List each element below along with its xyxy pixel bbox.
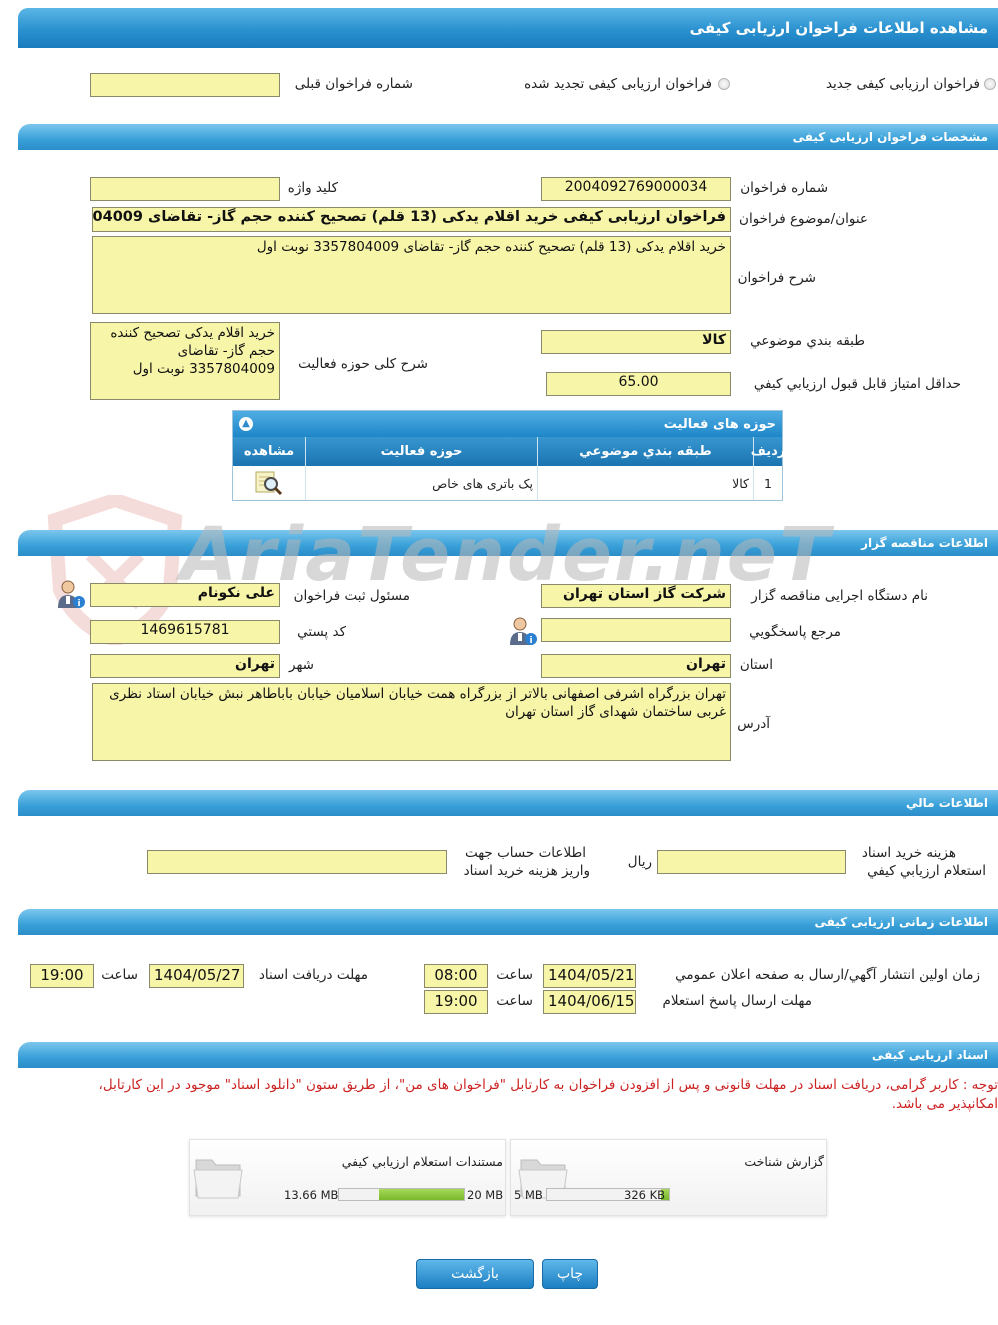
row-index: 1 (753, 466, 782, 500)
registrar-label: مسئول ثبت فراخوان (293, 588, 410, 604)
doc-fee-label-2: استعلام ارزيابي کيفي (867, 863, 986, 879)
table-row: 1 کالا پک باتری های خاص (233, 466, 782, 500)
postal-code-field[interactable]: 1469615781 (90, 620, 280, 644)
activity-table-title: حوزه های فعالیت (663, 416, 776, 432)
file-limit: 5 MB (514, 1188, 543, 1202)
section-header-financial: اطلاعات مالي (18, 790, 998, 816)
subject-field[interactable]: فراخوان ارزیابی کیفی خرید اقلام یدکی (13… (92, 207, 731, 232)
doc-fee-field[interactable] (657, 850, 846, 874)
col-view: مشاهده (243, 444, 295, 459)
account-info-field[interactable] (147, 850, 447, 874)
back-button[interactable]: بازگشت (416, 1259, 534, 1289)
call-number-label: شماره فراخوان (740, 180, 828, 196)
section-header-timing: اطلاعات زمانی ارزیابی کیفی (18, 909, 998, 935)
user-info-icon-ref[interactable]: i (507, 615, 539, 647)
radio-new-call[interactable] (984, 78, 996, 90)
file-size: 326 KB (624, 1188, 666, 1202)
category-field[interactable]: کالا (541, 330, 731, 354)
activity-table-header: حوزه های فعالیت ▲ (233, 411, 782, 437)
section-title-spec: مشخصات فراخوان ارزیابی کیفی (792, 130, 988, 144)
print-button[interactable]: چاپ (542, 1259, 598, 1289)
province-label: استان (739, 657, 773, 673)
file-limit: 20 MB (467, 1188, 504, 1202)
min-score-label: حداقل امتياز قابل قبول ارزيابي کيفي (753, 376, 961, 392)
folder-icon (193, 1159, 243, 1199)
col-category: طبقه بندي موضوعي (537, 437, 753, 466)
file-name: مستندات استعلام ارزيابي کيفي (341, 1154, 503, 1169)
activity-table: حوزه های فعالیت ▲ ردیف طبقه بندي موضوعي … (232, 410, 785, 501)
section-title-timing: اطلاعات زمانی ارزیابی کیفی (814, 915, 988, 929)
keyword-field[interactable] (90, 177, 280, 201)
activity-scope-label: شرح کلی حوزه فعالیت (298, 356, 428, 372)
activity-scope-field[interactable]: خرید اقلام یدکی تصحیح کننده حجم گاز- تقا… (90, 322, 280, 400)
section-title-financial: اطلاعات مالي (905, 796, 988, 810)
section-title-organizer: اطلاعات مناقصه گزار (861, 536, 988, 550)
registrar-field[interactable]: علی نکونام (90, 583, 280, 607)
min-score-field[interactable]: 65.00 (546, 372, 731, 396)
publish-date-field[interactable]: 1404/05/21 (543, 964, 636, 988)
file-size-bar (338, 1188, 465, 1201)
account-label-2: واريز هزينه خريد اسناد (463, 863, 590, 879)
previous-number-label: شماره فراخوان قبلی (294, 76, 413, 92)
activity-table-head: ردیف طبقه بندي موضوعي حوزه فعالیت مشاهده (233, 437, 785, 466)
city-field[interactable]: تهران (90, 654, 280, 678)
radio-new-call-label: فراخوان ارزیابی کیفی جدید (825, 76, 980, 92)
receive-hour-field[interactable]: 19:00 (30, 964, 94, 988)
publish-hour-label: ساعت (496, 967, 533, 983)
reply-hour-label: ساعت (496, 993, 533, 1009)
radio-renewed-call[interactable] (718, 78, 730, 90)
collapse-icon[interactable]: ▲ (239, 417, 253, 431)
section-header-documents: اسناد ارزیابی کیفی (18, 1042, 998, 1068)
city-label: شهر (289, 657, 314, 673)
receive-deadline-label: مهلت دريافت اسناد (258, 967, 368, 983)
category-label: طبقه بندي موضوعي (750, 333, 865, 349)
receive-hour-label: ساعت (101, 967, 138, 983)
col-activity: حوزه فعالیت (305, 437, 537, 466)
address-label: آدرس (737, 716, 770, 732)
reply-deadline-label: مهلت ارسال پاسخ استعلام (662, 993, 812, 1009)
page-title: مشاهده اطلاعات فراخوان ارزیابی کیفی (689, 19, 988, 37)
section-title-documents: اسناد ارزیابی کیفی (871, 1048, 988, 1062)
row-category: کالا (537, 466, 753, 500)
page-header: مشاهده اطلاعات فراخوان ارزیابی کیفی (18, 8, 998, 48)
notice-line-2: امکانپذیر می باشد. (891, 1096, 998, 1112)
section-header-spec: مشخصات فراخوان ارزیابی کیفی (18, 124, 998, 150)
radio-renewed-call-label: فراخوان ارزیابی کیفی تجدید شده (524, 76, 712, 92)
notice-text: توجه : کاربر گرامی، دریافت اسناد در مهلت… (0, 1076, 998, 1114)
account-label-1: اطلاعات حساب جهت (464, 845, 586, 861)
row-activity: پک باتری های خاص (305, 466, 537, 500)
currency-label: ريال (627, 854, 652, 870)
description-field[interactable]: خرید اقلام یدکی (13 قلم) تصحیح کننده حجم… (92, 236, 731, 314)
file-size: 13.66 MB (284, 1188, 339, 1202)
province-field[interactable]: تهران (541, 654, 731, 678)
call-number-field[interactable]: 2004092769000034 (541, 177, 731, 201)
description-label: شرح فراخوان (737, 270, 816, 286)
receive-date-field[interactable]: 1404/05/27 (149, 964, 244, 988)
svg-text:i: i (529, 636, 532, 646)
reply-date-field[interactable]: 1404/06/15 (543, 990, 636, 1014)
publish-hour-field[interactable]: 08:00 (424, 964, 488, 988)
response-ref-label: مرجع پاسخگويي (749, 624, 841, 640)
keyword-label: کلید واژه (287, 180, 338, 196)
response-ref-field[interactable] (541, 618, 731, 642)
reply-hour-field[interactable]: 19:00 (424, 990, 488, 1014)
subject-label: عنوان/موضوع فراخوان (739, 211, 868, 227)
file-name: گزارش شناخت (744, 1154, 824, 1169)
organizer-name-label: نام دستگاه اجرایی مناقصه گزار (751, 588, 928, 604)
publish-time-label: زمان اولين انتشار آگهي/ارسال به صفحه اعل… (675, 967, 980, 983)
postal-code-label: کد پستي (297, 624, 346, 640)
magnifier-view-icon[interactable] (254, 469, 284, 497)
file-item-report[interactable]: گزارش شناخت 5 MB 326 KB (510, 1139, 827, 1216)
notice-line-1: توجه : کاربر گرامی، دریافت اسناد در مهلت… (98, 1077, 998, 1093)
row-view-cell (233, 466, 305, 500)
organizer-name-field[interactable]: شرکت گاز استان تهران (541, 584, 731, 608)
file-item-inquiry-docs[interactable]: مستندات استعلام ارزيابي کيفي 20 MB 13.66… (189, 1139, 506, 1216)
user-info-icon[interactable]: i (55, 578, 87, 610)
doc-fee-label-1: هزينه خريد اسناد (861, 845, 956, 861)
col-index: ردیف (751, 437, 785, 466)
file-size-bar-fill (378, 1189, 464, 1200)
svg-text:i: i (77, 599, 80, 609)
address-field[interactable]: تهران بزرگراه اشرفی اصفهانی بالاتر از بز… (92, 683, 731, 761)
previous-number-field[interactable] (90, 73, 280, 97)
